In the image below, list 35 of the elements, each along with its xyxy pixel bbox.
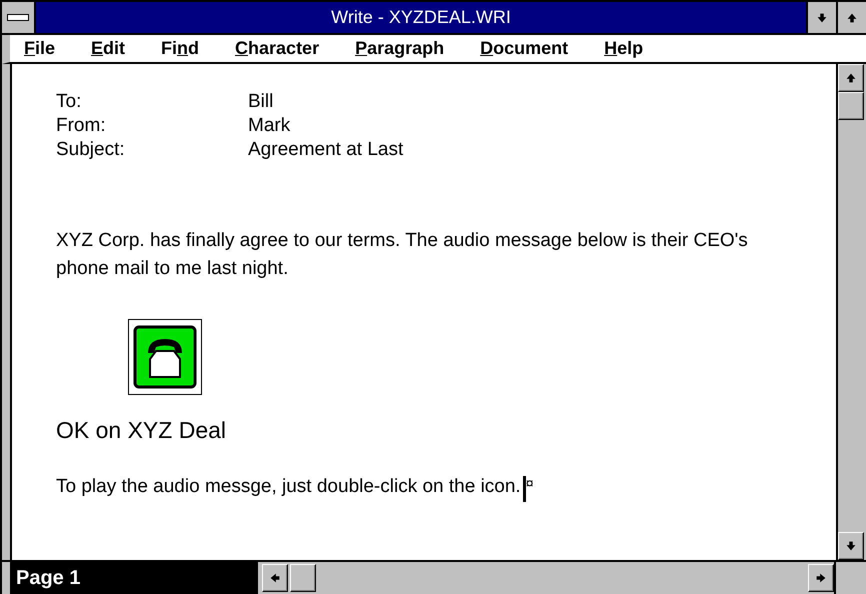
arrow-icon [815,10,829,24]
scroll-thumb[interactable] [290,564,316,592]
minimize-button[interactable] [806,2,836,33]
arrow-icon [268,571,282,585]
arrow-icon [814,571,828,585]
menu-item[interactable]: File [24,38,56,59]
header-label: From: [56,114,107,137]
scroll-right-button[interactable] [808,564,834,592]
header-value: Agreement at Last [248,138,404,161]
menu-item[interactable]: Edit [91,38,126,59]
menu-item[interactable]: Document [480,38,568,59]
menu-item[interactable]: Paragraph [355,38,444,59]
header-value: Mark [248,114,292,137]
scroll-thumb[interactable] [838,92,864,120]
maximize-button[interactable] [836,2,866,33]
menu-item[interactable]: Help [604,38,644,59]
menu-item[interactable]: Find [161,38,200,59]
scroll-left-button[interactable] [262,564,288,592]
arrow-icon [844,71,858,85]
scroll-down-button[interactable] [838,532,864,560]
page-indicator: Page 1 [10,562,258,594]
body-paragraph: XYZ Corp. has finally agree to our terms. The audio message below is their CEO's phone mail to me last night. [56,229,749,281]
header-value: Bill [248,90,274,113]
arrow-icon [844,539,858,553]
header-label: To: [56,90,82,113]
header-label: Subject: [56,138,126,161]
telephone-icon[interactable] [128,319,202,395]
scroll-up-button[interactable] [838,64,864,92]
attachment-caption: OK on XYZ Deal [56,417,228,444]
system-menu-button[interactable] [2,2,36,33]
window-title: Write - XYZDEAL.WRI [330,7,512,28]
menu-item[interactable]: Character [235,38,320,59]
closing-text: To play the audio messge, just double-click on the icon. [56,476,521,498]
end-mark: ¤ [526,476,534,490]
text-cursor [522,476,526,502]
